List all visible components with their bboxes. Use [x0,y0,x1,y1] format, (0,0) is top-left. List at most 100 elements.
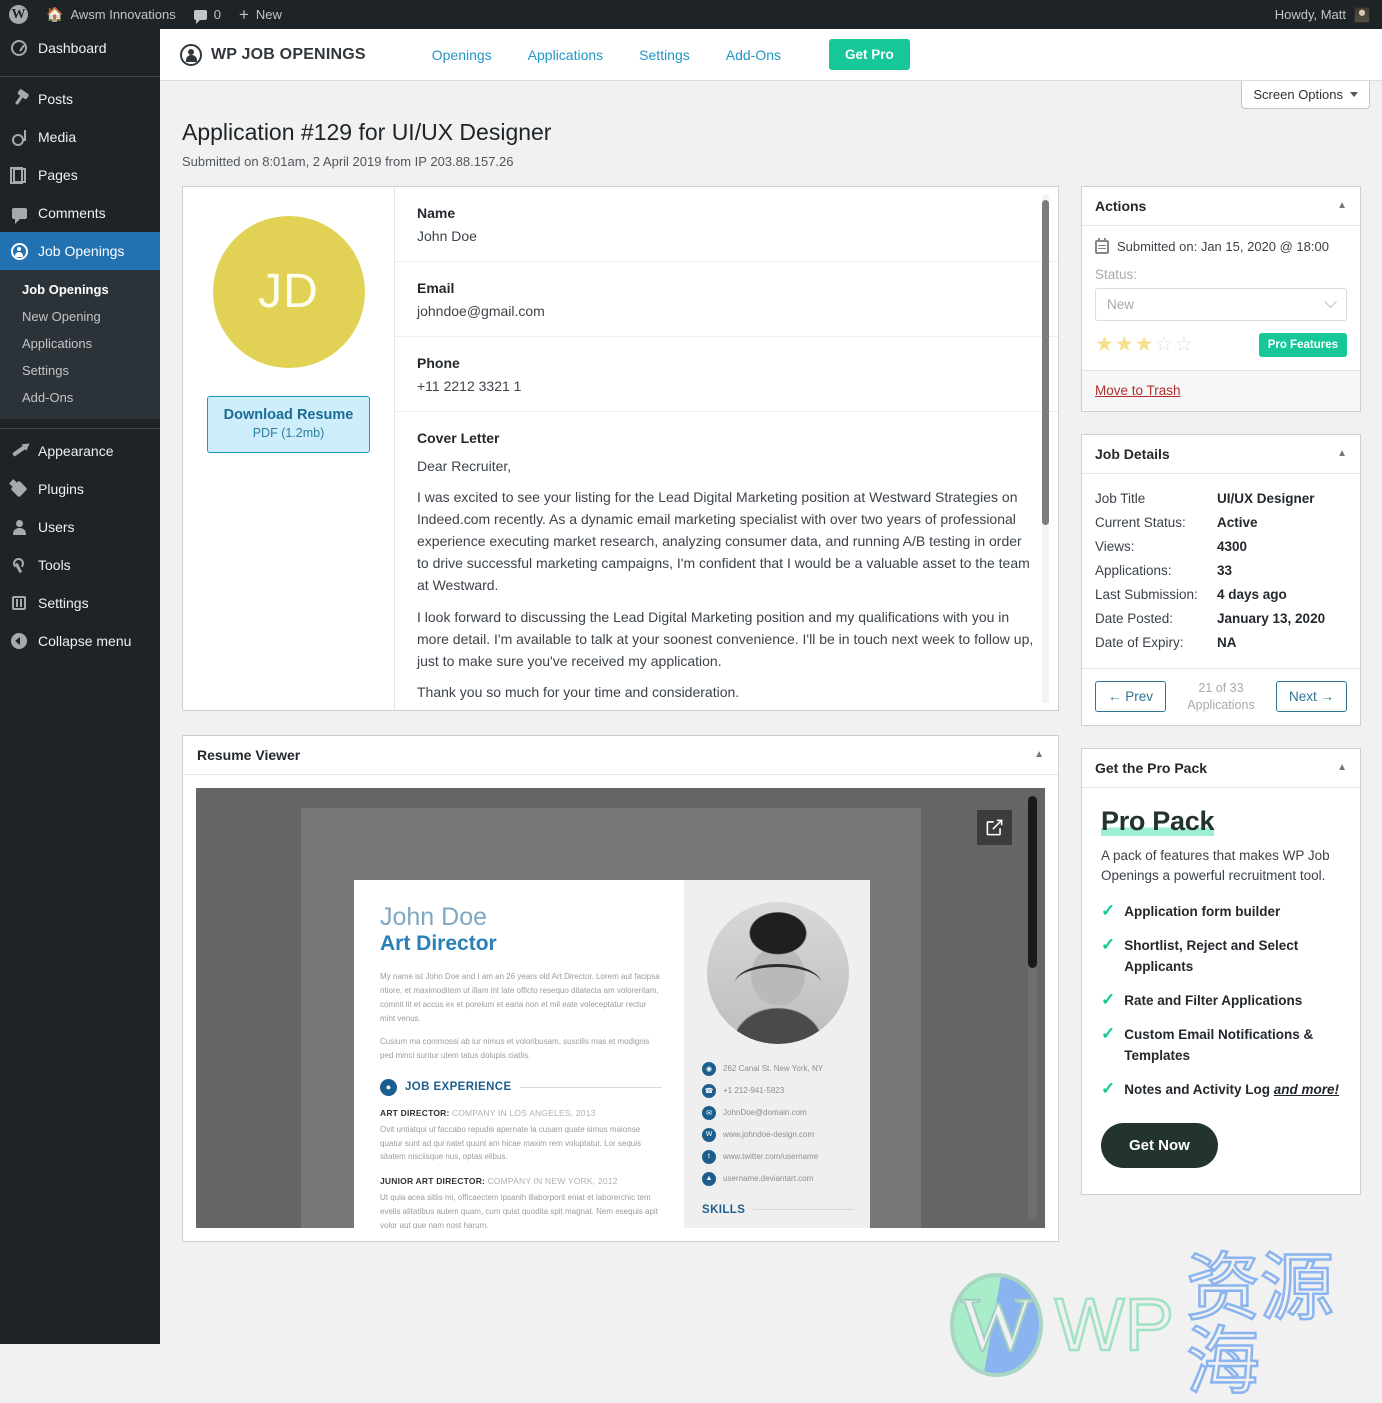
contact-text: www.twitter.com/username [723,1152,819,1162]
expand-resume-button[interactable] [977,809,1012,845]
scrollbar-thumb[interactable] [1028,795,1037,968]
sidebar-label: Posts [38,91,74,107]
star-icon[interactable]: ☆ [1154,334,1173,355]
row-key: Date Posted: [1095,611,1174,627]
plugin-brand: WP JOB OPENINGS [180,43,366,66]
pro-pack-panel-body: Pro Pack A pack of features that makes W… [1082,788,1360,1194]
table-row: Date Posted: January 13, 2020 [1095,607,1347,631]
sidebar-item-comments[interactable]: Comments [0,194,160,232]
contact-text: username.deviantart.com [723,1174,814,1184]
sidebar-item-dashboard[interactable]: Dashboard [0,29,160,67]
submenu-item-applications[interactable]: Applications [0,330,160,357]
feature-label: Custom Email Notifications & Templates [1124,1026,1314,1063]
row-key: Last Submission: [1095,587,1198,603]
sidebar-item-users[interactable]: Users [0,508,160,546]
actions-panel: Actions ▲ Submitted on: Jan 15, 2020 @ 1… [1081,185,1361,412]
applicant-fields[interactable]: Name John Doe Email johndoe@gmail.com Ph… [395,187,1058,710]
check-icon: ✓ [1101,1078,1116,1098]
sidebar-item-collapse-menu[interactable]: Collapse menu [0,622,160,660]
sidebar-item-job-openings[interactable]: Job Openings [0,232,160,270]
star-icon[interactable]: ★ [1095,334,1114,355]
nav-tab-settings[interactable]: Settings [621,47,708,63]
prev-application-button[interactable]: ← Prev [1095,681,1167,713]
plugin-brand-label: WP JOB OPENINGS [211,45,366,63]
get-pro-button[interactable]: Get Pro [829,39,910,70]
row-value[interactable]: 33 [1217,559,1347,583]
adminbar-account[interactable]: Howdy, Matt [1274,6,1382,23]
submenu-item-new-opening[interactable]: New Opening [0,303,160,330]
adminbar-site-name[interactable]: 🏠 Awsm Innovations [37,0,185,29]
resume-viewer-body: John Doe Art Director My name ist John D… [183,775,1058,1241]
actions-panel-body: Submitted on: Jan 15, 2020 @ 18:00 Statu… [1082,226,1360,370]
contact-website: W www.johndoe-design.com [702,1127,854,1142]
submitted-on-row: Submitted on: Jan 15, 2020 @ 18:00 [1095,237,1347,254]
nav-tab-applications[interactable]: Applications [510,47,622,63]
move-to-trash-link[interactable]: Move to Trash [1095,383,1181,398]
row-value[interactable]: 4 days ago [1217,583,1347,607]
howdy-label: Howdy, Matt [1274,7,1346,22]
nav-tab-openings[interactable]: Openings [414,47,510,63]
panel-collapse-toggle[interactable]: ▲ [1337,762,1347,773]
sidebar-item-media[interactable]: Media [0,118,160,156]
row-value[interactable]: UI/UX Designer [1217,487,1347,511]
plus-icon: + [238,5,249,24]
contact-text: 262 Canal St. New York, NY [723,1064,824,1074]
sidebar-label: Pages [38,167,78,183]
sidebar-submenu-job-openings: Job Openings New Opening Applications Se… [0,270,160,419]
resume-scrollbar[interactable] [1028,795,1037,1220]
appearance-icon [9,441,29,461]
star-icon[interactable]: ☆ [1174,334,1193,355]
table-row: Date of Expiry: NA [1095,631,1347,655]
status-select[interactable]: New [1095,287,1347,321]
download-resume-button[interactable]: Download Resume PDF (1.2mb) [207,395,370,453]
feature-label: Rate and Filter Applications [1124,992,1303,1008]
job-entry-heading: JUNIOR ART DIRECTOR: COMPANY IN NEW YORK… [380,1176,662,1186]
sidebar-label: Collapse menu [38,633,132,649]
pro-pack-panel-title: Get the Pro Pack [1095,759,1208,776]
table-row: Current Status: Active [1095,511,1347,535]
adminbar-new-content[interactable]: + New [230,0,291,29]
sidebar-item-pages[interactable]: Pages [0,156,160,194]
nav-tab-add-ons[interactable]: Add-Ons [708,47,799,63]
resume-page: John Doe Art Director My name ist John D… [354,879,870,1228]
plugins-icon [9,479,29,499]
star-icon[interactable]: ★ [1135,334,1154,355]
contact-email: ✉ JohnDoe@domain.com [702,1105,854,1120]
row-value: NA [1217,635,1237,651]
download-resume-label: Download Resume [223,406,354,423]
sidebar-label: Comments [38,205,106,221]
panel-collapse-toggle[interactable]: ▲ [1337,200,1347,211]
panel-collapse-toggle[interactable]: ▲ [1034,749,1044,760]
job-details-panel-header: Job Details ▲ [1082,435,1360,474]
pro-features-button[interactable]: Pro Features [1258,332,1347,357]
feature-label-emphasis[interactable]: and more! [1274,1082,1339,1097]
job-entry-title: ART DIRECTOR: [380,1107,450,1118]
page-header: Application #129 for UI/UX Designer Subm… [160,81,1382,169]
screen-options-button[interactable]: Screen Options [1241,81,1370,109]
sidebar-item-posts[interactable]: Posts [0,76,160,118]
applicant-scrollbar[interactable] [1042,193,1049,703]
submenu-item-job-openings[interactable]: Job Openings [0,276,160,303]
panel-collapse-toggle[interactable]: ▲ [1337,448,1347,459]
check-icon: ✓ [1101,1023,1116,1043]
get-now-button[interactable]: Get Now [1101,1122,1218,1168]
submenu-item-add-ons[interactable]: Add-Ons [0,384,160,411]
adminbar-comments[interactable]: 0 [185,0,230,29]
list-item: ✓ Application form builder [1101,901,1343,923]
sidebar-item-plugins[interactable]: Plugins [0,470,160,508]
next-application-button[interactable]: Next → [1275,681,1347,713]
sidebar-item-appearance[interactable]: Appearance [0,428,160,470]
adminbar-wp-logo[interactable]: W [0,0,37,29]
scrollbar-thumb[interactable] [1042,199,1049,525]
email-icon: ✉ [702,1105,716,1120]
sidebar-item-tools[interactable]: Tools [0,546,160,584]
resume-pdf-stage[interactable]: John Doe Art Director My name ist John D… [196,787,1045,1228]
star-rating[interactable]: ★ ★ ★ ☆ ☆ [1095,334,1193,355]
submenu-item-settings[interactable]: Settings [0,357,160,384]
sidebar-item-settings[interactable]: Settings [0,584,160,622]
star-icon[interactable]: ★ [1115,334,1134,355]
external-link-icon [986,819,1003,836]
field-value: John Doe [417,227,477,244]
row-key: Job Title [1095,491,1146,507]
field-phone: Phone +11 2212 3321 1 [395,337,1058,412]
